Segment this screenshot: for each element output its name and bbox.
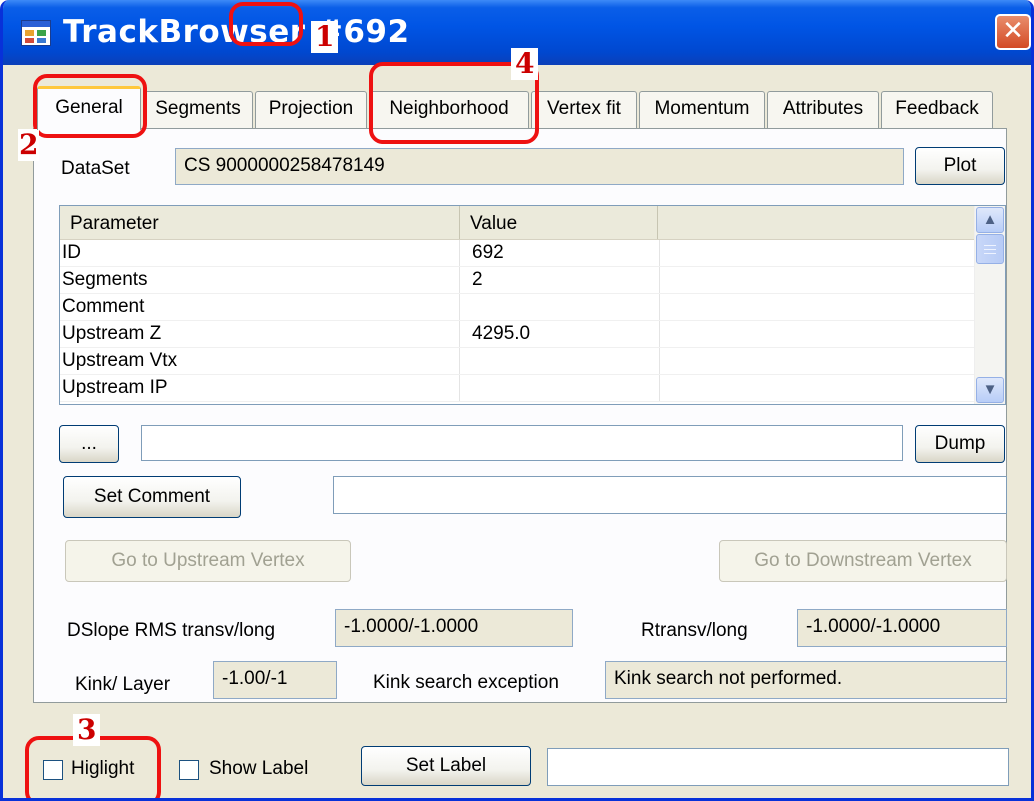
dslope-label: DSlope RMS transv/long <box>67 620 276 641</box>
go-to-upstream-vertex-button[interactable]: Go to Upstream Vertex <box>65 540 351 582</box>
table-row[interactable]: Comment <box>60 294 975 321</box>
table-row[interactable]: Upstream Z 4295.0 <box>60 321 975 348</box>
table-row[interactable]: ID 692 <box>60 240 975 267</box>
param-cell: Upstream IP <box>60 375 460 401</box>
parameter-grid[interactable]: Parameter Value ID 692 Segments 2 Commen… <box>59 205 1006 405</box>
tab-general[interactable]: General <box>37 86 141 130</box>
browse-button[interactable]: ... <box>59 425 119 463</box>
param-cell: Upstream Vtx <box>60 348 460 374</box>
value-cell <box>460 294 660 320</box>
close-icon: ✕ <box>1002 16 1024 46</box>
plot-button[interactable]: Plot <box>915 147 1005 185</box>
param-cell: ID <box>60 240 460 266</box>
rtransv-field: -1.0000/-1.0000 <box>797 609 1007 647</box>
value-cell: 692 <box>460 240 660 266</box>
set-comment-button[interactable]: Set Comment <box>63 476 241 518</box>
show-label-checkbox[interactable] <box>179 760 199 780</box>
dataset-field: CS 9000000258478149 <box>175 148 904 185</box>
kink-layer-field: -1.00/-1 <box>213 661 337 699</box>
value-cell: 4295.0 <box>460 321 660 347</box>
value-cell <box>460 375 660 401</box>
scrollbar-thumb[interactable] <box>976 234 1004 264</box>
show-label-label: Show Label <box>209 758 309 779</box>
table-row[interactable]: Segments 2 <box>60 267 975 294</box>
chevron-up-icon: ▲ <box>982 211 998 228</box>
column-header-parameter[interactable]: Parameter <box>60 206 460 239</box>
path-input[interactable] <box>141 425 903 461</box>
tab-vertex-fit[interactable]: Vertex fit <box>531 91 637 128</box>
column-header-extra <box>658 206 975 239</box>
close-button[interactable]: ✕ <box>995 14 1031 50</box>
rtransv-label: Rtransv/long <box>641 620 748 641</box>
comment-input[interactable] <box>333 476 1007 514</box>
track-browser-window: TrackBrowser #692 ✕ General Segments Pro… <box>0 0 1034 801</box>
column-header-value[interactable]: Value <box>460 206 658 239</box>
annotation-label-3: 3 <box>73 714 101 746</box>
tab-feedback[interactable]: Feedback <box>881 91 993 128</box>
annotation-label-4: 4 <box>511 48 539 80</box>
annotation-label-1: 1 <box>311 21 339 53</box>
table-row[interactable]: Upstream IP <box>60 375 975 402</box>
go-to-downstream-vertex-button[interactable]: Go to Downstream Vertex <box>719 540 1007 582</box>
chevron-down-icon: ▼ <box>982 381 998 398</box>
table-row[interactable]: Upstream Vtx <box>60 348 975 375</box>
dataset-label: DataSet <box>61 158 130 179</box>
dump-button[interactable]: Dump <box>915 425 1005 463</box>
scroll-down-button[interactable]: ▼ <box>976 377 1004 403</box>
tab-attributes[interactable]: Attributes <box>767 91 879 128</box>
grid-header: Parameter Value <box>60 206 975 240</box>
tab-momentum[interactable]: Momentum <box>639 91 765 128</box>
kink-exception-field: Kink search not performed. <box>605 661 1007 699</box>
annotation-box-1 <box>229 2 303 46</box>
label-input[interactable] <box>547 748 1009 786</box>
param-cell: Comment <box>60 294 460 320</box>
tab-projection[interactable]: Projection <box>255 91 367 128</box>
scroll-up-button[interactable]: ▲ <box>976 207 1004 233</box>
tab-segments[interactable]: Segments <box>143 91 253 128</box>
param-cell: Upstream Z <box>60 321 460 347</box>
kink-exception-label: Kink search exception <box>373 672 559 693</box>
annotation-label-2: 2 <box>18 128 40 161</box>
param-cell: Segments <box>60 267 460 293</box>
vertical-scrollbar[interactable]: ▲ ▼ <box>974 206 1005 404</box>
value-cell <box>460 348 660 374</box>
dslope-field: -1.0000/-1.0000 <box>335 609 573 647</box>
set-label-button[interactable]: Set Label <box>361 746 531 786</box>
kink-layer-label: Kink/ Layer <box>75 674 171 695</box>
window-app-icon <box>21 20 51 46</box>
value-cell: 2 <box>460 267 660 293</box>
